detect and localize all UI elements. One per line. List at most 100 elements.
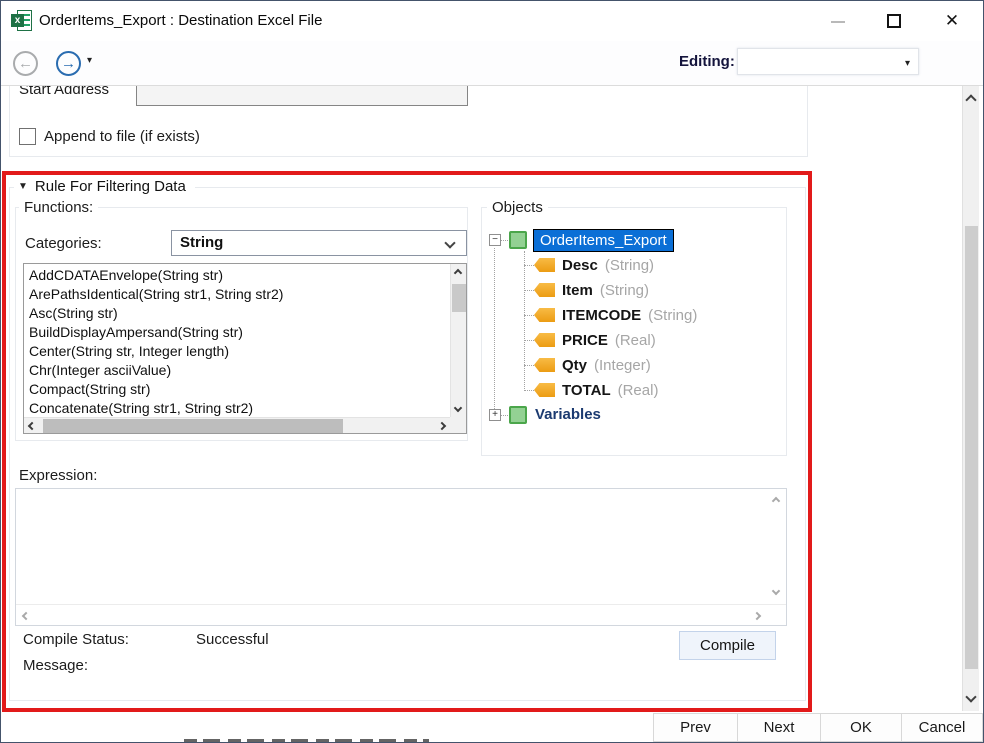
scrollbar-thumb[interactable] [43, 419, 343, 433]
ok-button[interactable]: OK [820, 713, 902, 742]
scrollbar-corner [450, 417, 466, 433]
tree-field-row[interactable]: TOTAL (Real) [534, 380, 658, 400]
minimize-icon [831, 21, 845, 23]
categories-dropdown-value: String [180, 234, 223, 251]
field-name: Desc [562, 257, 598, 274]
scroll-up-icon[interactable] [965, 94, 976, 105]
scroll-down-icon[interactable] [772, 587, 780, 595]
field-tag-icon [534, 333, 555, 347]
function-list-item[interactable]: ArePathsIdentical(String str1, String st… [25, 285, 449, 304]
editing-dropdown[interactable]: ▾ [737, 48, 919, 75]
function-list-item[interactable]: AddCDATAEnvelope(String str) [25, 266, 449, 285]
clipped-text-artifact [184, 739, 429, 743]
append-to-file-label: Append to file (if exists) [44, 128, 200, 145]
excel-file-icon: x [11, 10, 33, 32]
rule-section-header[interactable]: ▼ Rule For Filtering Data [14, 178, 195, 195]
maximize-button[interactable] [877, 6, 911, 36]
scroll-up-icon[interactable] [454, 269, 462, 277]
tree-field-row[interactable]: Qty (Integer) [534, 355, 651, 375]
field-tag-icon [534, 258, 555, 272]
scroll-right-icon[interactable] [438, 422, 446, 430]
tree-variables-node[interactable]: Variables [535, 406, 601, 423]
field-name: TOTAL [562, 382, 611, 399]
tree-field-row[interactable]: ITEMCODE (String) [534, 305, 697, 325]
scroll-down-icon[interactable] [965, 691, 976, 702]
field-name: PRICE [562, 332, 608, 349]
toolbar: ← → ▾ Editing: ▾ [1, 41, 983, 86]
tree-field-row[interactable]: PRICE (Real) [534, 330, 656, 350]
function-list-item[interactable]: Center(String str, Integer length) [25, 342, 449, 361]
tree-expand-toggle[interactable]: + [489, 409, 501, 421]
title-bar: x OrderItems_Export : Destination Excel … [1, 1, 983, 41]
field-type: (Real) [615, 332, 656, 349]
tree-connector [494, 248, 495, 413]
forward-dropdown-caret-icon[interactable]: ▾ [87, 55, 92, 66]
rule-section-title: Rule For Filtering Data [35, 178, 186, 195]
collapse-triangle-icon: ▼ [18, 181, 28, 192]
functions-label: Functions: [19, 199, 98, 216]
scroll-left-icon[interactable] [22, 612, 30, 620]
compile-button[interactable]: Compile [679, 631, 776, 660]
field-type: (Real) [618, 382, 659, 399]
chevron-down-icon [444, 237, 455, 248]
append-to-file-checkbox[interactable] [19, 128, 36, 145]
field-name: Item [562, 282, 593, 299]
maximize-icon [887, 14, 901, 28]
cancel-button[interactable]: Cancel [901, 713, 983, 742]
function-list-item[interactable]: Chr(Integer asciiValue) [25, 361, 449, 380]
scrollbar-thumb[interactable] [965, 226, 978, 669]
scrollbar-divider [16, 604, 786, 605]
tree-collapse-toggle[interactable]: − [489, 234, 501, 246]
compile-status-value: Successful [196, 631, 269, 648]
message-label: Message: [23, 657, 88, 674]
field-name: ITEMCODE [562, 307, 641, 324]
tree-connector [524, 290, 534, 291]
forward-button[interactable]: → [56, 51, 81, 76]
field-tag-icon [534, 283, 555, 297]
main-vertical-scrollbar[interactable] [962, 86, 979, 711]
field-name: Qty [562, 357, 587, 374]
tree-field-row[interactable]: Desc (String) [534, 255, 654, 275]
tree-root-node-selected[interactable]: OrderItems_Export [533, 229, 674, 252]
categories-dropdown[interactable]: String [171, 230, 467, 256]
field-tag-icon [534, 308, 555, 322]
scroll-up-icon[interactable] [772, 497, 780, 505]
scroll-right-icon[interactable] [753, 612, 761, 620]
variables-node-icon [509, 406, 527, 424]
expression-label: Expression: [19, 467, 97, 484]
editing-label: Editing: [679, 53, 735, 70]
function-list-item[interactable]: Asc(String str) [25, 304, 449, 323]
minimize-button[interactable] [821, 6, 855, 36]
functions-horizontal-scrollbar[interactable] [24, 417, 450, 433]
prev-button[interactable]: Prev [653, 713, 738, 742]
expression-input[interactable] [15, 488, 787, 626]
function-list-item[interactable]: BuildDisplayAmpersand(String str) [25, 323, 449, 342]
field-type: (String) [648, 307, 697, 324]
compile-status-label: Compile Status: [23, 631, 129, 648]
tree-connector [524, 251, 525, 391]
top-groupbox-bottom-border [9, 156, 808, 157]
field-type: (String) [600, 282, 649, 299]
functions-listbox[interactable]: AddCDATAEnvelope(String str) ArePathsIde… [23, 263, 467, 434]
tree-field-row[interactable]: Item (String) [534, 280, 649, 300]
scroll-down-icon[interactable] [454, 404, 462, 412]
next-button[interactable]: Next [737, 713, 821, 742]
functions-vertical-scrollbar[interactable] [450, 264, 466, 417]
dialog-window: x OrderItems_Export : Destination Excel … [0, 0, 984, 743]
field-type: (String) [605, 257, 654, 274]
field-tag-icon [534, 358, 555, 372]
tree-connector [524, 265, 534, 266]
chevron-down-icon: ▾ [905, 58, 910, 69]
field-type: (Integer) [594, 357, 651, 374]
tree-connector [524, 340, 534, 341]
tree-connector [524, 315, 534, 316]
function-list-item[interactable]: Concatenate(String str1, String str2) [25, 399, 449, 416]
tree-connector [524, 365, 534, 366]
scrollbar-thumb[interactable] [452, 284, 466, 312]
tree-connector [524, 390, 534, 391]
scroll-left-icon[interactable] [28, 422, 36, 430]
function-list-item[interactable]: Compact(String str) [25, 380, 449, 399]
back-button[interactable]: ← [13, 51, 38, 76]
close-button[interactable]: ✕ [935, 6, 969, 36]
categories-label: Categories: [25, 235, 102, 252]
